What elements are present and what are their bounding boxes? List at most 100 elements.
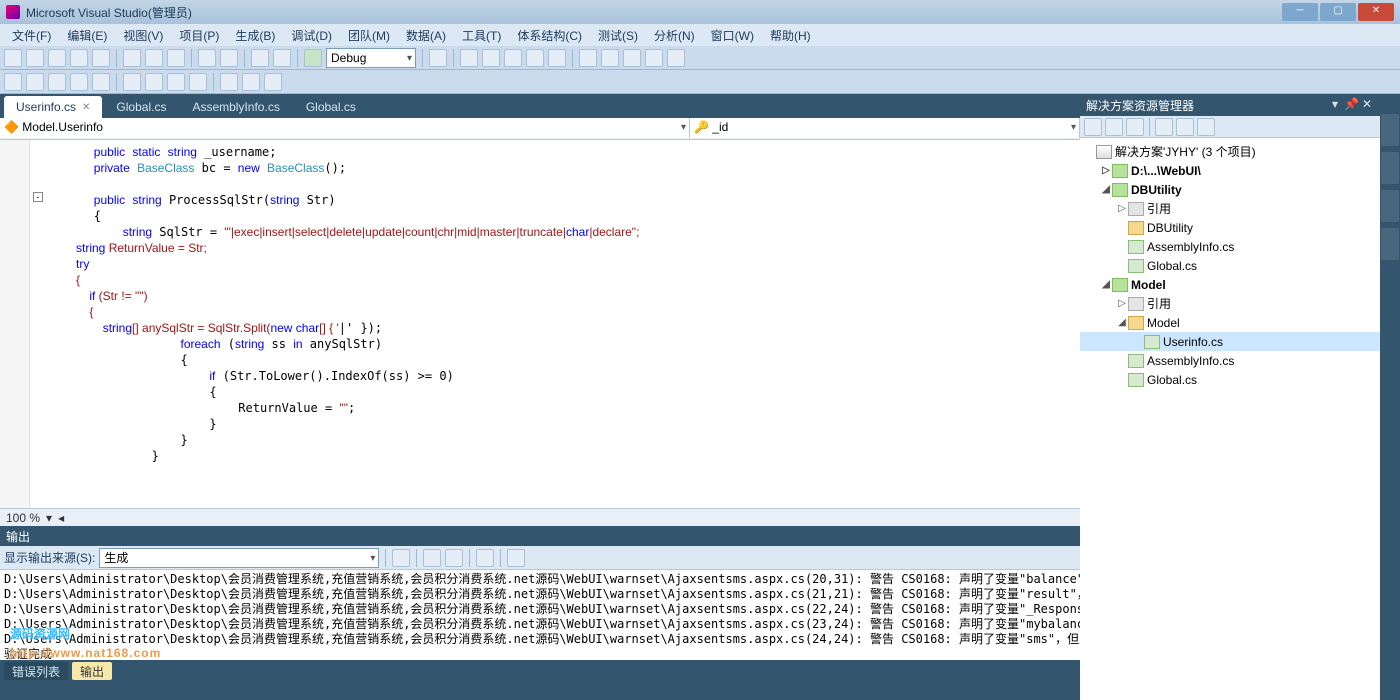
tree-node[interactable]: ◢Model — [1080, 275, 1380, 294]
extra-9[interactable] — [645, 49, 663, 67]
sol-tb-5[interactable] — [1176, 118, 1194, 136]
side-2[interactable] — [1381, 152, 1399, 184]
tree-node[interactable]: DBUtility — [1080, 218, 1380, 237]
t2-12[interactable] — [264, 73, 282, 91]
config-combo[interactable]: Debug — [326, 48, 416, 68]
tree-node[interactable]: AssemblyInfo.cs — [1080, 351, 1380, 370]
menu-item[interactable]: 编辑(E) — [59, 27, 115, 44]
tree-node[interactable]: ◢DBUtility — [1080, 180, 1380, 199]
member-combo[interactable]: 🔑 _id — [690, 118, 1080, 138]
expand-icon[interactable]: ▷ — [1116, 203, 1128, 214]
t2-3[interactable] — [48, 73, 66, 91]
save-button[interactable] — [70, 49, 88, 67]
extra-5[interactable] — [548, 49, 566, 67]
t2-4[interactable] — [70, 73, 88, 91]
t2-8[interactable] — [167, 73, 185, 91]
code-editor[interactable]: - public static string _username; privat… — [0, 140, 1080, 508]
doc-tab[interactable]: Global.cs — [294, 96, 368, 118]
sol-tb-3[interactable] — [1126, 118, 1144, 136]
menu-item[interactable]: 数据(A) — [398, 27, 454, 44]
menu-item[interactable]: 项目(P) — [171, 27, 227, 44]
side-1[interactable] — [1381, 114, 1399, 146]
output-find-button[interactable] — [392, 549, 410, 567]
collapse-toggle[interactable]: - — [33, 192, 43, 202]
extra-3[interactable] — [504, 49, 522, 67]
tree-node[interactable]: ▷引用 — [1080, 199, 1380, 218]
add-item-button[interactable] — [26, 49, 44, 67]
start-debug-button[interactable] — [304, 49, 322, 67]
redo-button[interactable] — [220, 49, 238, 67]
close-button[interactable]: ✕ — [1358, 3, 1394, 21]
doc-tab[interactable]: Userinfo.cs✕ — [4, 96, 102, 118]
extra-1[interactable] — [460, 49, 478, 67]
nav-back-button[interactable] — [251, 49, 269, 67]
extra-4[interactable] — [526, 49, 544, 67]
output-body[interactable]: D:\Users\Administrator\Desktop\会员消费管理系统,… — [0, 570, 1080, 660]
bottom-tab[interactable]: 错误列表 — [4, 662, 68, 680]
menu-item[interactable]: 帮助(H) — [762, 27, 819, 44]
expand-icon[interactable]: ◢ — [1100, 184, 1112, 195]
side-4[interactable] — [1381, 228, 1399, 260]
solution-tree[interactable]: 解决方案'JYHY' (3 个项目)▷D:\...\WebUI\◢DBUtili… — [1080, 138, 1380, 700]
zoom-dropdown-icon[interactable]: ▾ — [46, 511, 52, 525]
t2-9[interactable] — [189, 73, 207, 91]
output-source-combo[interactable]: 生成 — [99, 548, 379, 568]
sol-tb-1[interactable] — [1084, 118, 1102, 136]
undo-button[interactable] — [198, 49, 216, 67]
output-wrap-button[interactable] — [507, 549, 525, 567]
doc-tab[interactable]: AssemblyInfo.cs — [180, 96, 291, 118]
menu-item[interactable]: 文件(F) — [4, 27, 59, 44]
t2-6[interactable] — [123, 73, 141, 91]
extra-10[interactable] — [667, 49, 685, 67]
sol-tb-6[interactable] — [1197, 118, 1215, 136]
output-next-button[interactable] — [445, 549, 463, 567]
minimize-button[interactable]: ─ — [1282, 3, 1318, 21]
menu-item[interactable]: 分析(N) — [646, 27, 703, 44]
menu-item[interactable]: 窗口(W) — [703, 27, 762, 44]
sol-tb-2[interactable] — [1105, 118, 1123, 136]
t2-2[interactable] — [26, 73, 44, 91]
save-all-button[interactable] — [92, 49, 110, 67]
tree-node[interactable]: Global.cs — [1080, 370, 1380, 389]
bottom-tab[interactable]: 输出 — [72, 662, 112, 680]
zoom-level[interactable]: 100 % — [6, 511, 40, 525]
paste-button[interactable] — [167, 49, 185, 67]
output-prev-button[interactable] — [423, 549, 441, 567]
panel-menu-icon[interactable]: ▾ — [1328, 98, 1342, 112]
open-button[interactable] — [48, 49, 66, 67]
copy-button[interactable] — [145, 49, 163, 67]
menu-item[interactable]: 生成(B) — [227, 27, 283, 44]
find-button[interactable] — [429, 49, 447, 67]
extra-7[interactable] — [601, 49, 619, 67]
tree-node[interactable]: Global.cs — [1080, 256, 1380, 275]
expand-icon[interactable]: ◢ — [1100, 279, 1112, 290]
menu-item[interactable]: 调试(D) — [283, 27, 340, 44]
t2-1[interactable] — [4, 73, 22, 91]
new-project-button[interactable] — [4, 49, 22, 67]
t2-5[interactable] — [92, 73, 110, 91]
t2-10[interactable] — [220, 73, 238, 91]
menu-item[interactable]: 测试(S) — [590, 27, 646, 44]
menu-item[interactable]: 视图(V) — [115, 27, 171, 44]
type-combo[interactable]: 🔶 Model.Userinfo — [0, 118, 690, 138]
menu-item[interactable]: 工具(T) — [454, 27, 509, 44]
sol-tb-4[interactable] — [1155, 118, 1173, 136]
tree-node[interactable]: ▷D:\...\WebUI\ — [1080, 161, 1380, 180]
tab-close-icon[interactable]: ✕ — [82, 102, 90, 113]
t2-7[interactable] — [145, 73, 163, 91]
expand-icon[interactable]: ▷ — [1100, 165, 1112, 176]
side-3[interactable] — [1381, 190, 1399, 222]
panel-close-icon[interactable]: ✕ — [1360, 98, 1374, 112]
maximize-button[interactable]: ▢ — [1320, 3, 1356, 21]
menu-item[interactable]: 团队(M) — [340, 27, 398, 44]
tree-node[interactable]: Userinfo.cs — [1080, 332, 1380, 351]
cut-button[interactable] — [123, 49, 141, 67]
extra-6[interactable] — [579, 49, 597, 67]
pin-icon[interactable]: 📌 — [1344, 98, 1358, 112]
scroll-left-icon[interactable]: ◂ — [58, 511, 64, 525]
menu-item[interactable]: 体系结构(C) — [509, 27, 590, 44]
tree-node[interactable]: 解决方案'JYHY' (3 个项目) — [1080, 142, 1380, 161]
tree-node[interactable]: AssemblyInfo.cs — [1080, 237, 1380, 256]
tree-node[interactable]: ▷引用 — [1080, 294, 1380, 313]
extra-2[interactable] — [482, 49, 500, 67]
